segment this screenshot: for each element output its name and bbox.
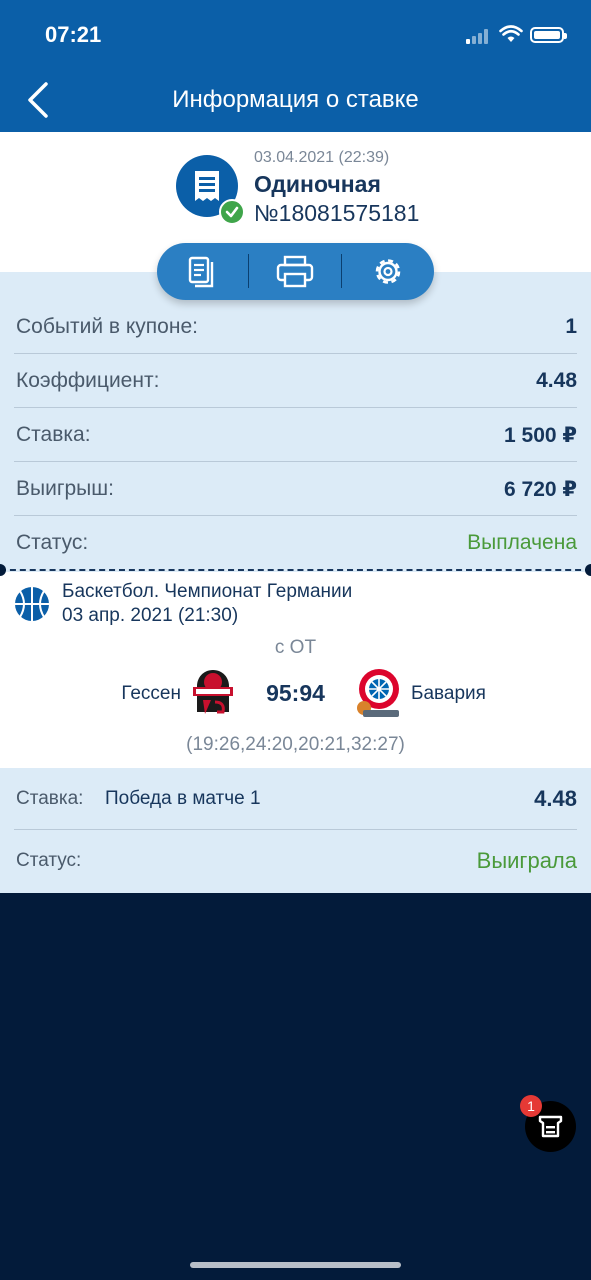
detail-label: Ставка: xyxy=(16,423,91,446)
gear-icon xyxy=(375,259,401,284)
match-score: 95:94 xyxy=(266,680,325,706)
event-card[interactable]: Баскетбол. Чемпионат Германии 03 апр. 20… xyxy=(0,572,591,768)
away-team-name: Бавария xyxy=(411,683,486,704)
status-label: Статус: xyxy=(16,850,82,871)
detail-row: Событий в купоне: 1 xyxy=(14,300,577,354)
bet-details: Событий в купоне: 1 Коэффициент: 4.48 Ст… xyxy=(0,272,591,572)
copy-coupon-button[interactable] xyxy=(157,243,249,300)
bet-outcome: Ставка: Победа в матче 1 4.48 Статус: Вы… xyxy=(0,768,591,893)
outcome-odds: 4.48 xyxy=(534,786,577,811)
outcome-status-row: Статус: Выиграла xyxy=(14,830,577,892)
detail-row: Ставка: 1 500 ₽ xyxy=(14,408,577,462)
ticket-notch xyxy=(585,564,591,576)
bet-date: 03.04.2021 (22:39) xyxy=(254,149,390,166)
league-name: Баскетбол. Чемпионат Германии xyxy=(62,581,353,602)
payout-status: Выплачена xyxy=(467,531,577,554)
outcome-status: Выиграла xyxy=(476,848,577,873)
bet-type: Одиночная xyxy=(254,171,381,197)
detail-label: Выигрыш: xyxy=(16,477,114,500)
status-time: 07:21 xyxy=(45,22,102,47)
status-bar: 07:21 xyxy=(0,0,591,70)
detail-value: 4.48 xyxy=(536,369,577,392)
copy-coupon-icon xyxy=(188,256,214,288)
print-icon xyxy=(276,255,314,288)
battery-icon xyxy=(530,27,567,43)
event-date: 03 апр. 2021 (21:30) xyxy=(62,605,239,626)
header: 07:21 Информация о ставке xyxy=(0,0,591,132)
print-button[interactable] xyxy=(249,243,341,300)
detail-label: Статус: xyxy=(16,531,89,554)
basketball-icon xyxy=(15,587,49,621)
wifi-icon xyxy=(499,25,523,42)
page-title: Информация о ставке xyxy=(172,86,419,113)
settings-button[interactable] xyxy=(342,243,434,300)
check-icon xyxy=(219,199,245,225)
bet-actions-toolbar xyxy=(157,243,434,300)
stake-row: Ставка: Победа в матче 1 4.48 xyxy=(14,768,577,830)
coupon-count-badge: 1 xyxy=(520,1095,542,1117)
dashed-divider xyxy=(0,569,591,573)
detail-label: Коэффициент: xyxy=(16,369,160,392)
detail-value: 6 720 ₽ xyxy=(504,478,577,501)
detail-value: 1 xyxy=(565,315,577,338)
bet-number: №18081575181 xyxy=(254,200,420,226)
signal-icon xyxy=(466,28,492,44)
detail-row: Коэффициент: 4.48 xyxy=(14,354,577,408)
detail-value: 1 500 ₽ xyxy=(504,424,577,447)
stake-label: Ставка: xyxy=(16,788,84,809)
away-team-logo xyxy=(357,669,399,717)
outcome-name: Победа в матче 1 xyxy=(105,788,261,809)
detail-row: Статус: Выплачена xyxy=(14,516,577,570)
detail-row: Выигрыш: 6 720 ₽ xyxy=(14,462,577,516)
home-indicator[interactable] xyxy=(190,1262,401,1268)
period-scores: (19:26,24:20,20:21,32:27) xyxy=(186,734,405,755)
detail-label: Событий в купоне: xyxy=(16,315,198,338)
overtime-note: с ОТ xyxy=(274,637,317,658)
